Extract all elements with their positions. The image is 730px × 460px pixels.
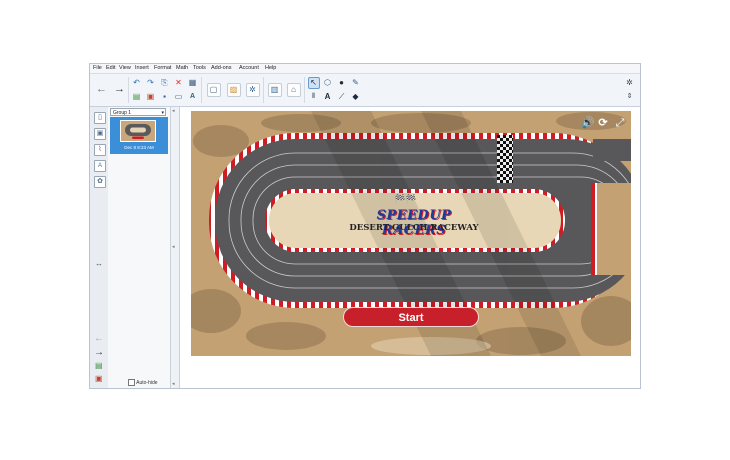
auto-hide-label: Auto-hide xyxy=(136,379,158,386)
text-icon[interactable]: A xyxy=(323,92,332,101)
side-tab-strip: ▯ ▣ ⌇ A ✿ ↔ ← → ▤ ▣ xyxy=(90,107,109,388)
addons-tab-icon[interactable]: ✿ xyxy=(94,176,106,188)
auto-hide-checkbox[interactable] xyxy=(128,379,135,386)
table-tool-icon[interactable]: ⫴ xyxy=(309,92,318,101)
open-icon[interactable]: ▤ xyxy=(132,92,141,101)
print-icon[interactable]: ▣ xyxy=(146,92,155,101)
menu-tools[interactable]: Tools xyxy=(193,65,206,72)
smart-notebook-window: File Edit View Insert Format Math Tools … xyxy=(89,63,641,389)
back-arrow-icon[interactable]: ← xyxy=(96,84,107,95)
display-button[interactable]: ▢ xyxy=(207,83,221,97)
screenshot-icon[interactable]: ⎘ xyxy=(160,78,169,87)
gallery-tab-icon[interactable]: ▣ xyxy=(94,128,106,140)
menu-file[interactable]: File xyxy=(93,65,102,72)
panel-splitter[interactable]: ◂ ◂ ◂ xyxy=(171,107,180,388)
race-game-board: 🏁🏁 SPEEDUP RACERS DESERT GULCH RACEWAY 🔊… xyxy=(191,111,631,356)
auto-hide-option[interactable]: Auto-hide xyxy=(128,379,158,386)
gear-icon[interactable]: ✲ xyxy=(625,78,634,87)
game-subtitle: DESERT GULCH RACEWAY xyxy=(349,223,479,233)
menu-insert[interactable]: Insert xyxy=(135,65,149,72)
expand-sidebar-icon[interactable]: ↔ xyxy=(95,259,103,268)
text-format-icon[interactable]: A xyxy=(188,92,197,101)
forward-arrow-icon[interactable]: → xyxy=(114,84,125,95)
toolbar-divider xyxy=(263,77,264,103)
add-page-icon[interactable]: ▤ xyxy=(95,361,103,370)
checkered-flags-icon: 🏁🏁 xyxy=(394,194,417,204)
group-select-value: Group 1 xyxy=(113,110,132,116)
chevron-down-icon: ▾ xyxy=(161,110,164,116)
shape-icon[interactable]: ⬡ xyxy=(323,78,332,87)
menu-addons[interactable]: Add-ons xyxy=(211,65,232,72)
group-select[interactable]: Group 1 ▾ xyxy=(110,108,166,116)
page-sorter-panel: Group 1 ▾ Dec 8 8:23 AM Auto-hide xyxy=(108,107,171,388)
toolbar-divider xyxy=(128,77,129,103)
properties-tab-icon[interactable]: A xyxy=(94,160,106,172)
home-icon: ⌂ xyxy=(291,85,296,94)
gallery-button[interactable]: ✲ xyxy=(246,83,260,97)
toolbar-divider xyxy=(304,77,305,103)
prev-page-icon[interactable]: ← xyxy=(94,333,104,344)
page-sorter-tab-icon[interactable]: ▯ xyxy=(94,112,106,124)
undo-icon[interactable]: ↶ xyxy=(132,78,141,87)
pen-icon[interactable]: ✎ xyxy=(351,78,360,87)
menu-format[interactable]: Format xyxy=(154,65,171,72)
toolbar: ← → ↶ ↷ ⎘ ✕ ▦ ▤ ▣ ▪ ▭ A ▢ ▨ ✲ ▥ ⌂ ↖ ⬡ ● … xyxy=(90,74,640,107)
notebook-canvas[interactable]: 🏁🏁 SPEEDUP RACERS DESERT GULCH RACEWAY 🔊… xyxy=(180,107,640,388)
capture-icon: ▨ xyxy=(229,85,238,94)
page-thumbnail-label: Dec 8 8:23 AM xyxy=(124,145,154,150)
select-tool-button[interactable]: ↖ xyxy=(308,77,320,89)
menu-bar: File Edit View Insert Format Math Tools … xyxy=(90,64,640,74)
home-button[interactable]: ⌂ xyxy=(287,83,301,97)
collapse-icon: ◂ xyxy=(172,108,175,114)
fullscreen-icon[interactable]: ⤢ xyxy=(614,117,626,129)
menu-edit[interactable]: Edit xyxy=(106,65,115,72)
fullscreen-icon[interactable]: ▭ xyxy=(174,92,183,101)
restart-icon[interactable]: ⟳ xyxy=(597,117,609,129)
menu-view[interactable]: View xyxy=(119,65,131,72)
delete-page-icon[interactable]: ▣ xyxy=(95,374,103,383)
volume-icon[interactable]: 🔊 xyxy=(581,117,595,129)
menu-math[interactable]: Math xyxy=(176,65,188,72)
fill-icon[interactable]: ● xyxy=(337,78,346,87)
eraser-icon[interactable]: ◆ xyxy=(351,92,360,101)
menu-account[interactable]: Account xyxy=(239,65,259,72)
page-thumbnail-image xyxy=(120,120,156,142)
toolbar-divider xyxy=(201,77,202,103)
delete-icon[interactable]: ✕ xyxy=(174,78,183,87)
menu-help[interactable]: Help xyxy=(265,65,276,72)
next-page-icon[interactable]: → xyxy=(94,347,104,358)
collapse-icon: ◂ xyxy=(172,381,175,387)
updown-arrow-icon[interactable]: ⇕ xyxy=(625,92,634,101)
addon-button[interactable]: ▥ xyxy=(268,83,282,97)
collapse-icon: ◂ xyxy=(172,244,175,250)
attachments-tab-icon[interactable]: ⌇ xyxy=(94,144,106,156)
display-icon: ▢ xyxy=(209,85,218,94)
start-button[interactable]: Start xyxy=(343,307,479,327)
table-icon[interactable]: ▦ xyxy=(188,78,197,87)
select-icon: ↖ xyxy=(310,78,317,87)
save-icon[interactable]: ▪ xyxy=(160,92,169,101)
capture-button[interactable]: ▨ xyxy=(227,83,241,97)
gallery-icon: ✲ xyxy=(249,85,256,94)
line-icon[interactable]: ⟋ xyxy=(337,92,346,101)
addon-icon: ▥ xyxy=(270,85,279,94)
redo-icon[interactable]: ↷ xyxy=(146,78,155,87)
page-thumbnail-selected[interactable]: Dec 8 8:23 AM xyxy=(110,117,168,154)
